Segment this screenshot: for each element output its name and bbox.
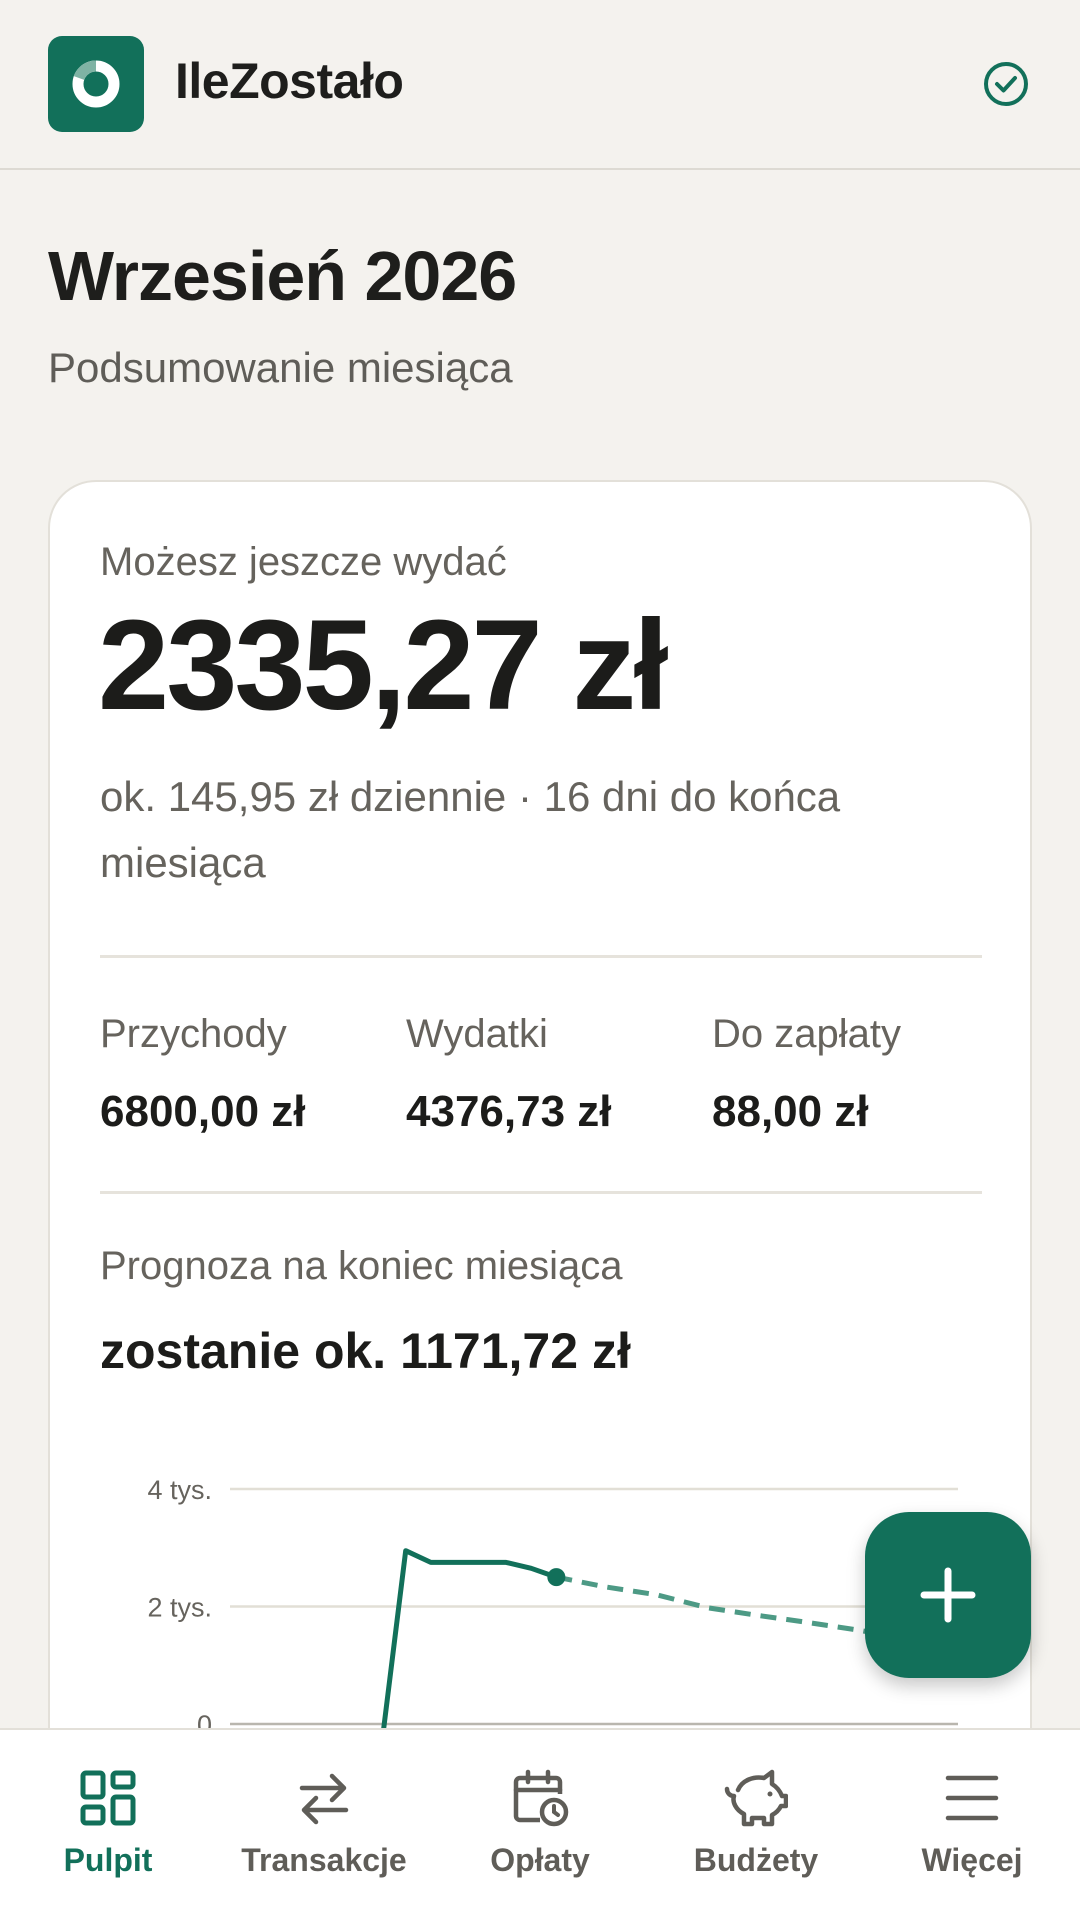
y-tick-label: 2 tys. [147, 1593, 212, 1623]
divider [100, 1191, 982, 1194]
stat-due: Do zapłaty 88,00 zł [712, 1012, 901, 1137]
y-tick-label: 4 tys. [147, 1475, 212, 1505]
transfer-arrows-icon [299, 1773, 349, 1825]
today-marker [547, 1568, 566, 1587]
app-logo [48, 36, 144, 132]
nav-item-oplaty[interactable]: Opłaty [432, 1730, 648, 1920]
sync-status-check-icon[interactable] [982, 60, 1030, 108]
stat-label: Przychody [100, 1012, 287, 1056]
dashboard-icon [80, 1770, 136, 1826]
add-transaction-button[interactable] [865, 1512, 1031, 1678]
remaining-label: Możesz jeszcze wydać [100, 540, 507, 584]
forecast-label: Prognoza na koniec miesiąca [100, 1244, 623, 1288]
nav-label: Więcej [921, 1842, 1023, 1878]
piggy-bank-icon [724, 1769, 788, 1827]
stat-value: 6800,00 zł [100, 1087, 306, 1136]
stat-label: Wydatki [406, 1012, 548, 1056]
calendar-clock-icon [513, 1769, 569, 1827]
nav-label: Opłaty [490, 1842, 590, 1878]
page-title: Wrzesień 2026 [48, 237, 517, 315]
plus-icon [920, 1567, 976, 1623]
forecast-value: zostanie ok. 1171,72 zł [100, 1323, 631, 1379]
app-header: IleZostało [0, 0, 1080, 170]
nav-label: Transakcje [241, 1842, 407, 1878]
stat-expenses: Wydatki 4376,73 zł [406, 1012, 612, 1137]
nav-item-wiecej[interactable]: Więcej [864, 1730, 1080, 1920]
stat-value: 4376,73 zł [406, 1087, 612, 1136]
nav-label: Budżety [693, 1842, 819, 1878]
stat-income: Przychody 6800,00 zł [100, 1012, 306, 1137]
nav-label: Pulpit [63, 1842, 153, 1878]
nav-item-pulpit[interactable]: Pulpit [0, 1730, 216, 1920]
app-title: IleZostało [175, 53, 404, 109]
page-subtitle: Podsumowanie miesiąca [48, 344, 513, 391]
remaining-amount: 2335,27 zł [98, 594, 669, 737]
nav-item-budzety[interactable]: Budżety [648, 1730, 864, 1920]
logo-ring-icon [72, 60, 120, 108]
nav-item-transakcje[interactable]: Transakcje [216, 1730, 432, 1920]
divider [100, 955, 982, 958]
stat-value: 88,00 zł [712, 1087, 869, 1136]
menu-icon [945, 1775, 999, 1821]
bottom-navigation: Pulpit Transakcje Opłaty Budżety Więcej [0, 1728, 1080, 1920]
stat-label: Do zapłaty [712, 1012, 901, 1056]
remaining-note: ok. 145,95 zł dziennie · 16 dni do końca… [100, 773, 841, 886]
